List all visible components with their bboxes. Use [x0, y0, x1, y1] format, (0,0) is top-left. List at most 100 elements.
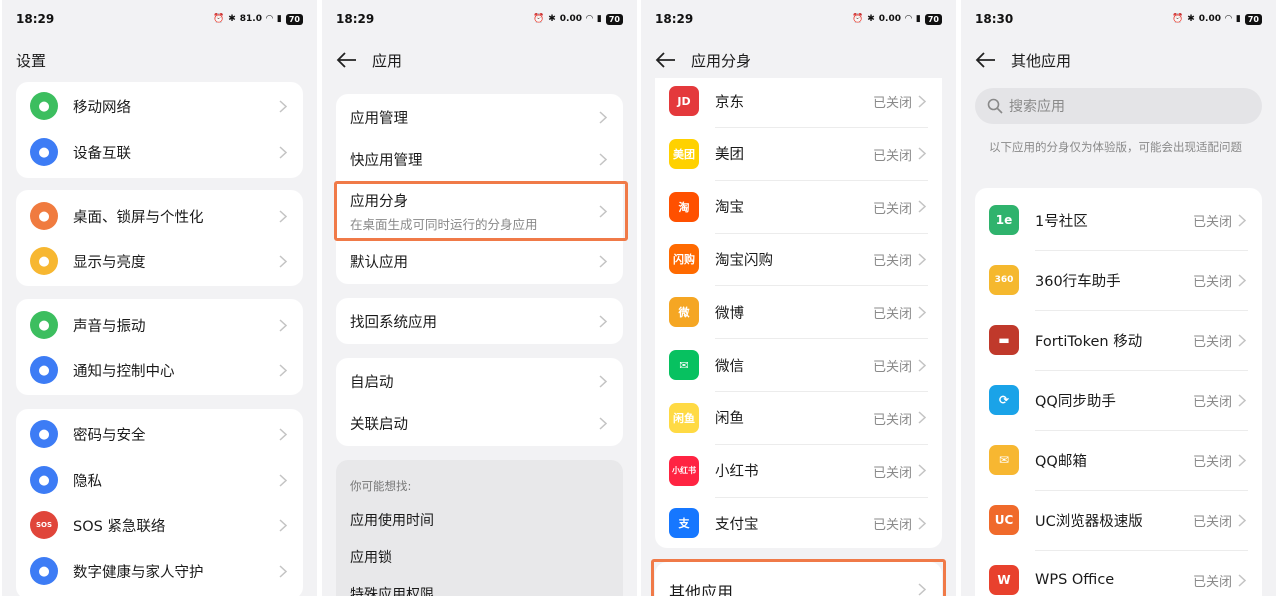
settings-row[interactable]: ● 数字健康与家人守护	[16, 551, 303, 591]
app-clone-label: 支付宝	[715, 516, 759, 533]
apps-row-label: 应用管理	[350, 110, 408, 127]
taobao-icon: 淘	[669, 191, 699, 222]
net-speed: 81.0	[239, 14, 262, 24]
row-divider	[1035, 550, 1248, 551]
jd-icon: JD	[669, 86, 699, 116]
settings-row[interactable]: ● 声音与振动	[16, 305, 303, 345]
app-clone-label: 美团	[715, 147, 744, 164]
other-app-state: 已关闭	[1192, 335, 1232, 350]
chevron-right-icon	[918, 411, 926, 424]
app-clone-label: 淘宝闪购	[715, 252, 773, 269]
qq-sync-icon: ⟳	[989, 385, 1019, 415]
apps-row[interactable]: 应用管理	[336, 97, 623, 137]
apps-row[interactable]: 找回系统应用	[336, 301, 623, 341]
app-clone-list: JD 京东 已关闭 美团 美团 已关闭淘淘宝 已关闭 闪购 淘宝闪购 已关闭微微博 已关闭 ✉ 微信 已关…	[655, 78, 942, 548]
row-divider	[1035, 430, 1248, 431]
chevron-right-icon	[1238, 393, 1246, 407]
battery-icon: 70	[924, 13, 942, 25]
app-clone-state: 已关闭	[872, 465, 912, 481]
settings-row-label: 隐私	[73, 473, 102, 490]
other-app-label: FortiToken 移动	[1035, 333, 1143, 350]
other-app-label: 360行车助手	[1035, 273, 1121, 290]
row-divider	[715, 285, 928, 287]
other-app-label: QQ邮箱	[1035, 453, 1087, 470]
xiaohongshu-icon: 小红书	[669, 455, 699, 486]
privacy-icon: ●	[30, 466, 58, 494]
suggestion-link[interactable]: 应用锁	[350, 547, 392, 567]
settings-card-4: ● 密码与安全 ● 隐私 SOS SOS 紧急联络 ● 数字健康与家人守护	[16, 409, 303, 596]
page-title: 应用	[372, 51, 403, 70]
apps-row-label: 自启动	[350, 374, 394, 391]
key-icon: ●	[30, 420, 58, 448]
status-bar: 18:30 ⏰ ✱ 0.00 ◠ ▮ 70	[961, 0, 1276, 38]
apps-row[interactable]: 默认应用	[336, 241, 623, 281]
back-arrow-icon[interactable]	[655, 51, 677, 69]
apps-row[interactable]: 关联启动	[336, 403, 623, 443]
settings-row[interactable]: ● 密码与安全	[16, 414, 303, 454]
suggestion-link[interactable]: 应用使用时间	[350, 510, 434, 530]
signal-icon: ▮	[915, 14, 921, 24]
chevron-right-icon	[599, 416, 607, 430]
chevron-right-icon	[279, 209, 287, 223]
app-clone-screen: 18:29 ⏰ ✱ 0.00 ◠ ▮ 70 应用分身 JD 京东 已关闭 美团 美团 已关…	[641, 0, 956, 596]
settings-row-label: 数字健康与家人守护	[73, 564, 204, 581]
weibo-icon: 微	[669, 297, 699, 328]
other-app-state: 已关闭	[1192, 575, 1232, 590]
settings-row[interactable]: ● 设备互联	[16, 132, 303, 172]
suggestion-link[interactable]: 特殊应用权限	[350, 584, 434, 596]
page-title-bar: 其他应用	[961, 42, 1276, 78]
signal-arrows-icon: ●	[30, 92, 58, 120]
settings-row[interactable]: ● 通知与控制中心	[16, 350, 303, 390]
other-app-state: 已关闭	[1192, 395, 1232, 410]
status-time: 18:30	[975, 12, 1014, 26]
search-input[interactable]: 搜索应用	[975, 88, 1262, 124]
meituan-icon: 美团	[669, 138, 699, 169]
row-divider	[1035, 250, 1248, 251]
row-divider	[715, 496, 928, 498]
back-arrow-icon[interactable]	[975, 51, 997, 69]
settings-row[interactable]: ● 显示与亮度	[16, 241, 303, 281]
bluetooth-icon: ✱	[228, 14, 236, 24]
sun-icon: ●	[30, 247, 58, 275]
app-clone-label: 京东	[715, 94, 744, 111]
row-divider	[715, 443, 928, 445]
apps-row[interactable]: 自启动	[336, 361, 623, 401]
settings-row[interactable]: ● 桌面、锁屏与个性化	[16, 196, 303, 236]
alarm-icon: ⏰	[213, 14, 225, 24]
notification-icon: ●	[30, 356, 58, 384]
settings-card-3: ● 声音与振动 ● 通知与控制中心	[16, 299, 303, 395]
wechat-icon: ✉	[669, 350, 699, 380]
settings-row[interactable]: SOS SOS 紧急联络	[16, 505, 303, 545]
qq-mail-icon: ✉	[989, 445, 1019, 475]
battery-icon: 70	[605, 13, 623, 25]
uc-browser-icon: UC	[989, 505, 1019, 535]
chevron-right-icon	[1238, 573, 1246, 587]
app-clone-state: 已关闭	[872, 201, 912, 217]
status-icons: ⏰ ✱ 81.0 ◠ ▮ 70	[213, 13, 303, 25]
apps-row[interactable]: 快应用管理	[336, 139, 623, 179]
device-link-icon: ●	[30, 138, 58, 166]
wifi-icon: ◠	[265, 14, 273, 24]
settings-row[interactable]: ● 隐私	[16, 460, 303, 500]
row-divider	[715, 391, 928, 392]
search-icon	[987, 98, 1003, 114]
other-app-state: 已关闭	[1192, 515, 1232, 530]
apps-screen: 18:29 ⏰ ✱ 0.00 ◠ ▮ 70 应用 应用管理 快应用管理 应用分身 在桌…	[322, 0, 637, 596]
bluetooth-icon: ✱	[548, 14, 556, 24]
status-bar: 18:29 ⏰ ✱ 81.0 ◠ ▮ 70	[2, 0, 317, 38]
xianyu-icon: 闲鱼	[669, 402, 699, 433]
chevron-right-icon	[918, 200, 926, 213]
alarm-icon: ⏰	[1172, 14, 1184, 24]
status-icons: ⏰ ✱ 0.00 ◠ ▮ 70	[852, 13, 942, 25]
settings-row[interactable]: ● 移动网络	[16, 86, 303, 126]
chevron-right-icon	[599, 314, 607, 328]
chevron-right-icon	[279, 99, 287, 113]
wifi-icon: ◠	[1224, 14, 1232, 24]
battery-icon: 70	[285, 13, 303, 25]
chevron-right-icon	[918, 94, 926, 108]
other-app-state: 已关闭	[1192, 215, 1232, 230]
apps-row-label: 快应用管理	[350, 152, 423, 169]
app-clone-state: 已关闭	[872, 360, 912, 375]
other-app-label: QQ同步助手	[1035, 393, 1116, 410]
back-arrow-icon[interactable]	[336, 51, 358, 69]
